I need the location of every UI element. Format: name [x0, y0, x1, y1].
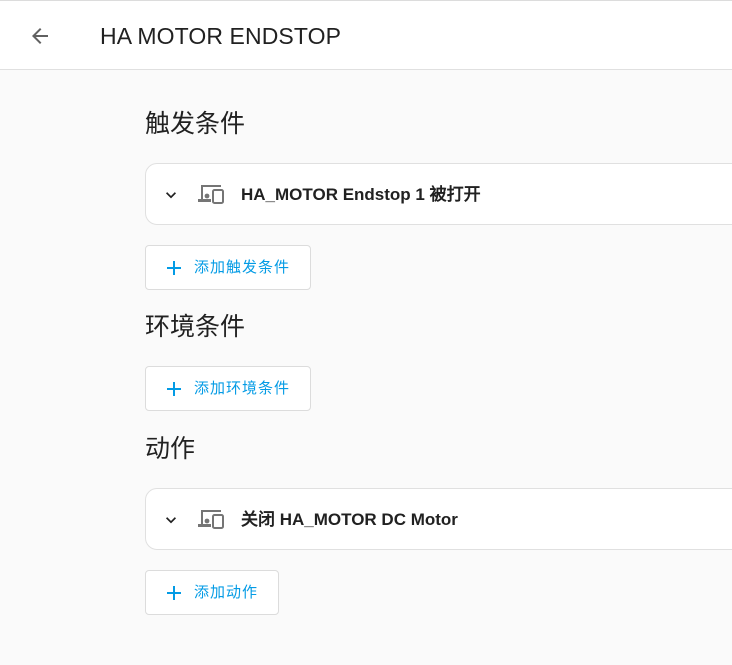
action-label: 关闭 HA_MOTOR DC Motor	[241, 510, 458, 529]
actions-heading: 动作	[145, 435, 196, 463]
page-title: HA MOTOR ENDSTOP	[100, 23, 342, 49]
add-action-label: 添加动作	[194, 583, 259, 601]
device-icon	[198, 185, 224, 204]
top-app-bar: HA MOTOR ENDSTOP	[0, 0, 732, 70]
trigger-card[interactable]: HA_MOTOR Endstop 1 被打开	[145, 163, 732, 225]
add-condition-label: 添加环境条件	[194, 379, 291, 397]
trigger-label: HA_MOTOR Endstop 1 被打开	[241, 185, 481, 204]
chevron-down-icon[interactable]	[161, 185, 181, 205]
back-button[interactable]	[22, 18, 58, 54]
conditions-heading: 环境条件	[145, 313, 246, 341]
device-icon	[198, 510, 224, 529]
plus-icon	[167, 381, 181, 396]
add-trigger-button[interactable]: 添加触发条件	[145, 245, 312, 290]
add-condition-button[interactable]: 添加环境条件	[145, 366, 312, 411]
plus-icon	[167, 585, 181, 600]
arrow-left-icon	[32, 28, 48, 44]
add-trigger-label: 添加触发条件	[194, 258, 291, 276]
action-card[interactable]: 关闭 HA_MOTOR DC Motor	[145, 488, 732, 550]
chevron-down-icon[interactable]	[161, 510, 181, 530]
plus-icon	[167, 260, 181, 275]
add-action-button[interactable]: 添加动作	[145, 570, 280, 615]
triggers-heading: 触发条件	[145, 110, 246, 138]
